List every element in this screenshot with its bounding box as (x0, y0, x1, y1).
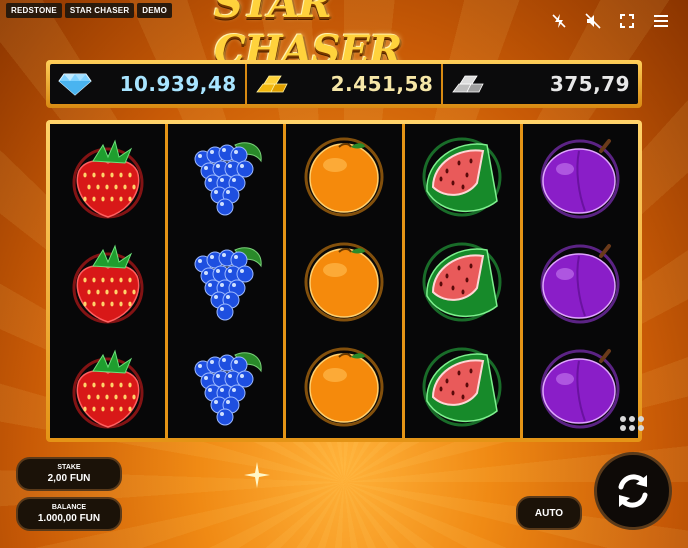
reels (50, 124, 639, 438)
reel-3 (286, 124, 402, 438)
plum-icon (540, 348, 620, 429)
balance-value: 1.000,00 FUN (37, 513, 101, 524)
grapes-icon (194, 247, 262, 321)
strawberry-icon (72, 349, 144, 429)
spin-icon (618, 474, 648, 508)
watermelon-icon (422, 347, 502, 427)
tag-provider: REDSTONE (6, 3, 62, 18)
orange-icon (304, 137, 384, 217)
silver-bars-icon (452, 75, 484, 93)
balance-label: BALANCE (51, 504, 87, 511)
sound-off-icon[interactable] (584, 12, 602, 30)
orange-icon (304, 242, 384, 322)
jackpot-diamond-value: 10.939,48 (119, 72, 237, 96)
strawberry-icon (72, 244, 144, 324)
reel-2 (168, 124, 284, 438)
diamond-icon (58, 73, 92, 96)
jackpot-diamond: 10.939,48 (50, 64, 247, 104)
reel-1 (50, 124, 166, 438)
stake-value: 2,00 FUN (47, 473, 91, 484)
grapes-icon (194, 351, 262, 426)
reel-5 (522, 124, 639, 438)
orange-icon (304, 347, 384, 427)
options-grid-icon[interactable] (620, 416, 644, 431)
stake-button[interactable]: STAKE 2,00 FUN (16, 457, 122, 491)
header-tags: REDSTONE STAR CHASER DEMO (6, 3, 173, 18)
jackpot-silver-value: 375,79 (549, 72, 631, 96)
top-toolbar (550, 12, 670, 30)
jackpot-silver: 375,79 (443, 64, 638, 104)
sparkle-icon (244, 462, 270, 488)
flash-off-icon[interactable] (550, 12, 568, 30)
stake-label: STAKE (57, 464, 81, 471)
plum-icon (540, 139, 620, 219)
grapes-icon (194, 142, 262, 216)
game-logo: STAR CHASER (214, 0, 402, 74)
jackpot-gold-value: 2.451,58 (330, 72, 434, 96)
spin-button[interactable] (594, 452, 672, 530)
jackpot-gold: 2.451,58 (247, 64, 444, 104)
auto-button[interactable]: AUTO (516, 496, 582, 530)
jackpot-bar: 10.939,48 2.451,58 375,79 (46, 60, 642, 108)
tag-game: STAR CHASER (64, 3, 135, 18)
gold-bars-icon (255, 75, 288, 93)
fullscreen-icon[interactable] (618, 12, 636, 30)
tag-mode: DEMO (137, 3, 173, 18)
balance-display: BALANCE 1.000,00 FUN (16, 497, 122, 531)
watermelon-icon (422, 137, 502, 217)
reel-4 (404, 124, 520, 438)
plum-icon (540, 243, 620, 324)
menu-icon[interactable] (652, 12, 670, 30)
watermelon-icon (422, 242, 502, 322)
reels-frame (46, 120, 642, 442)
strawberry-icon (72, 139, 144, 219)
